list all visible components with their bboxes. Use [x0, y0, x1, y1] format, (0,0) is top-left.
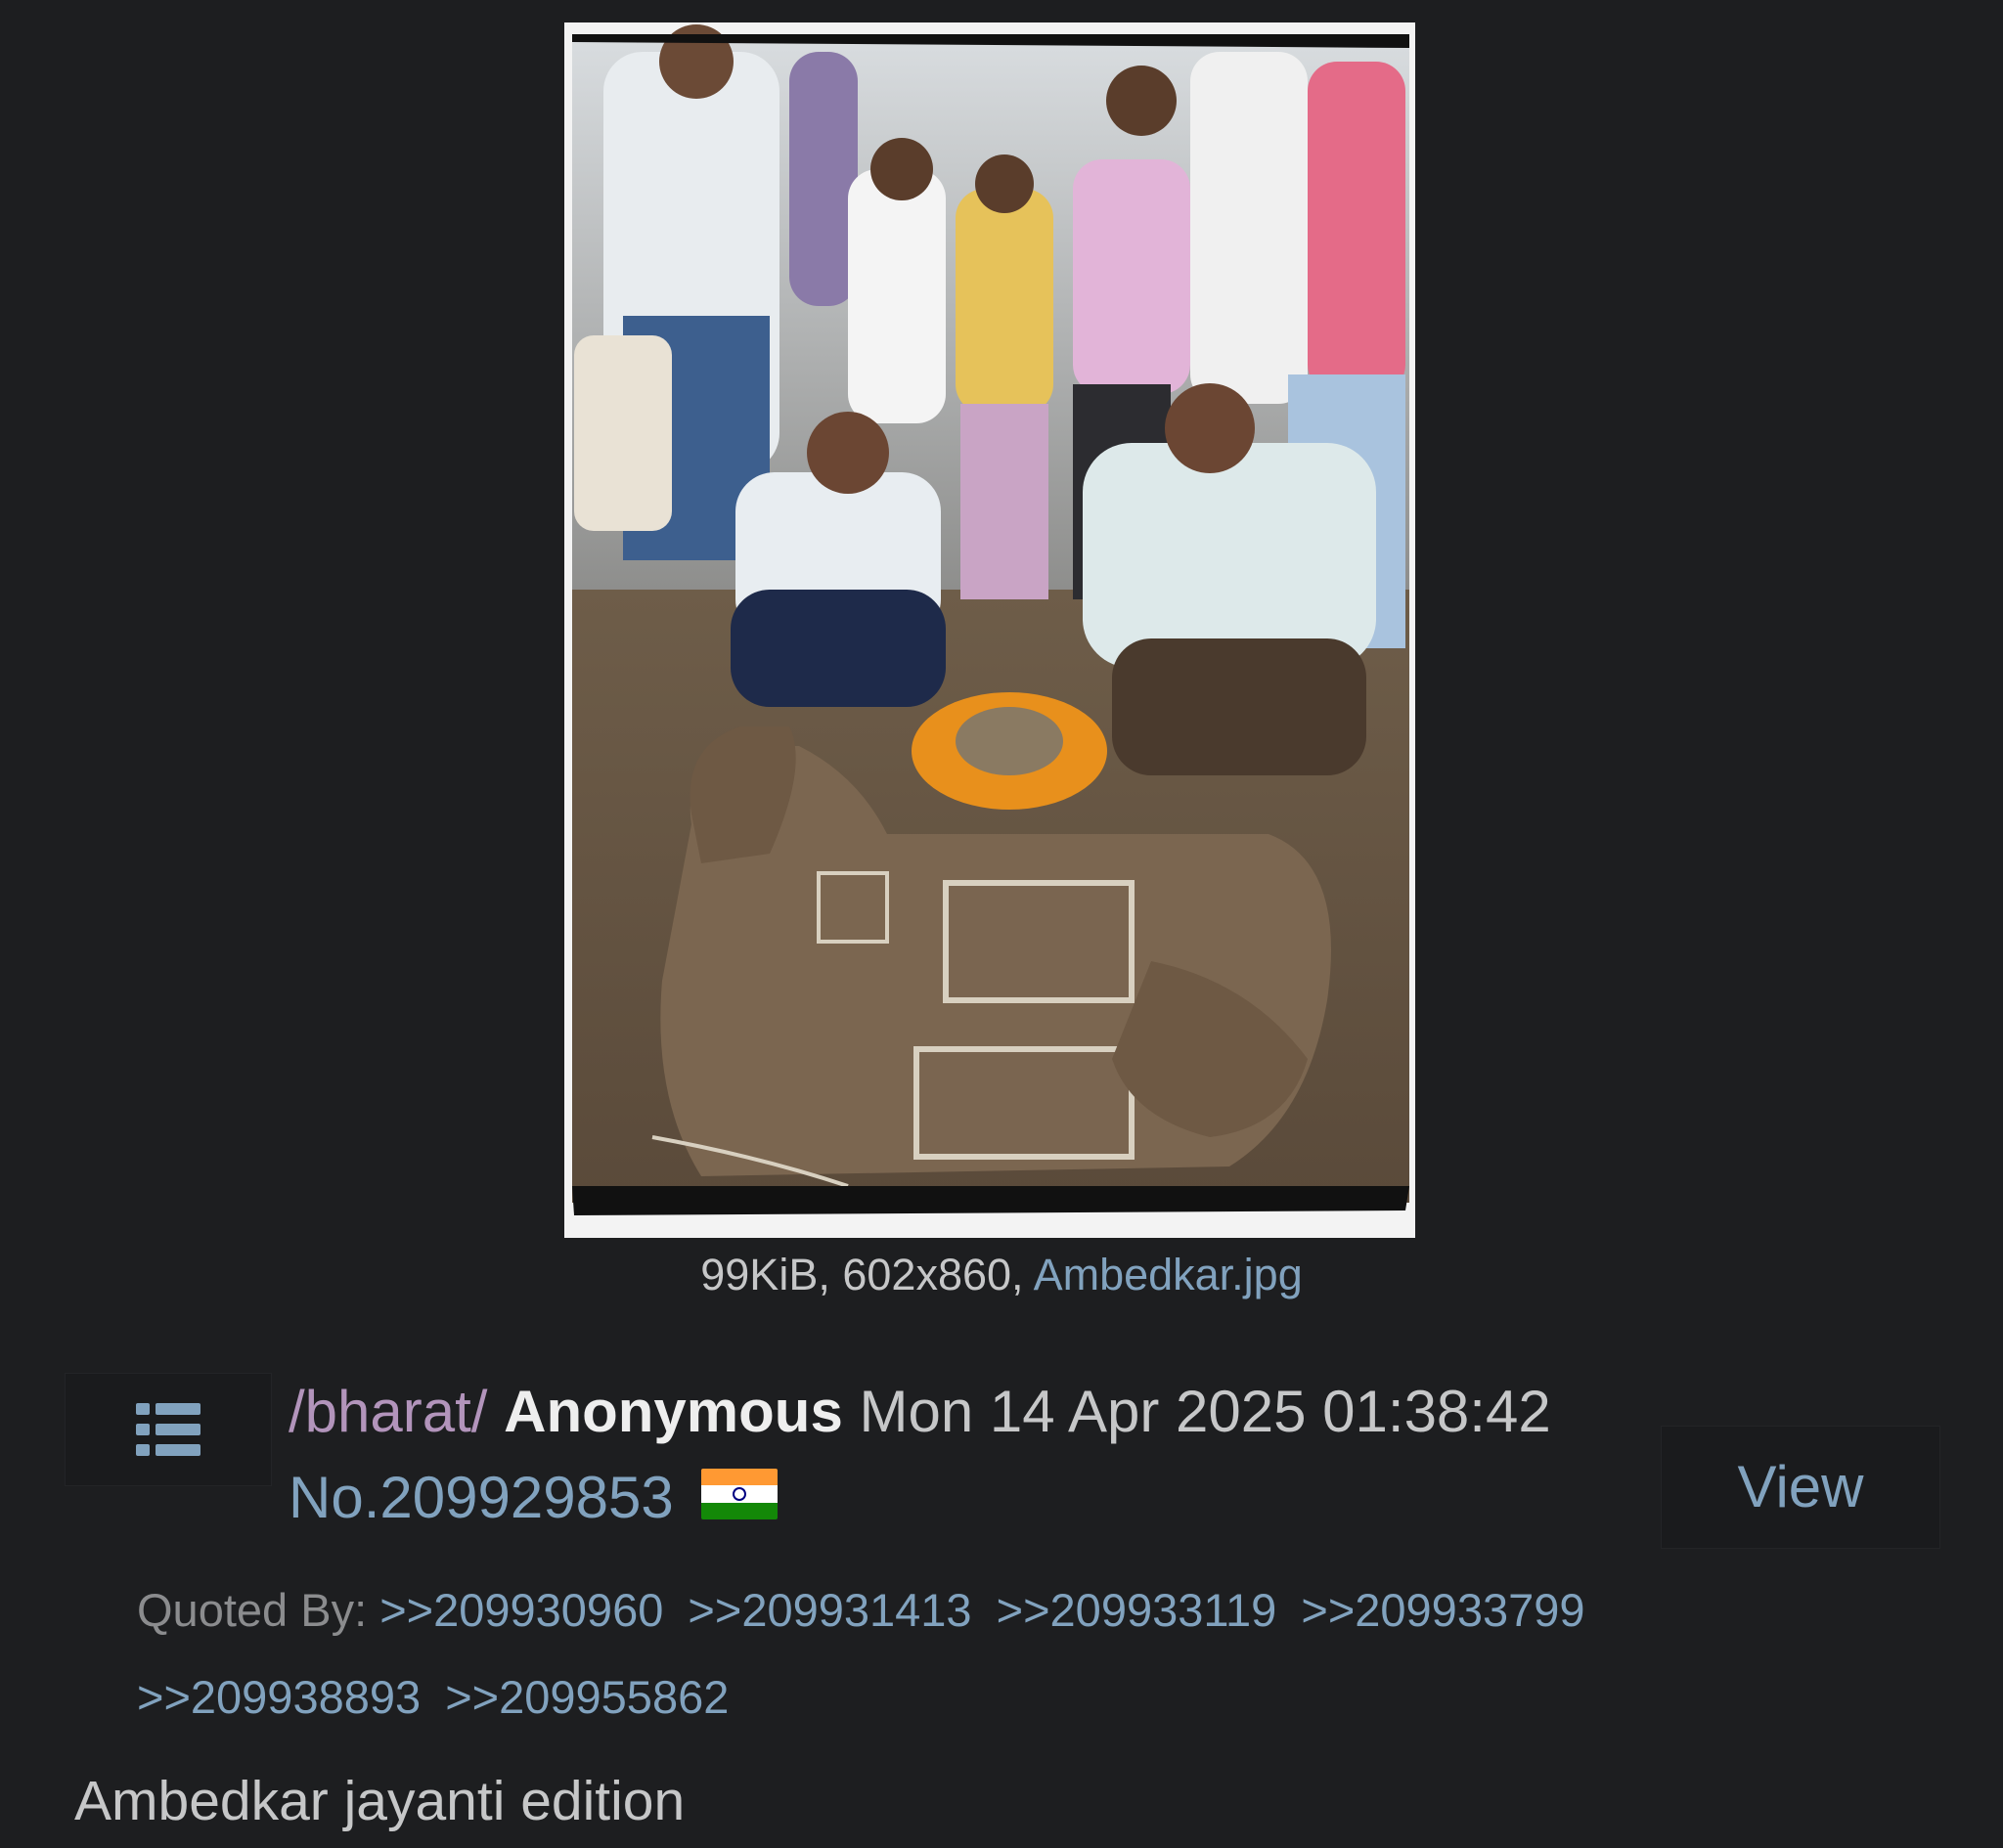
india-flag-icon: [700, 1469, 778, 1519]
list-menu-icon: [136, 1403, 200, 1456]
view-button[interactable]: View: [1661, 1426, 1940, 1549]
quote-link[interactable]: >>209931413: [688, 1584, 971, 1636]
file-size: 99KiB: [700, 1250, 819, 1299]
post-container: 99KiB, 602x860, Ambedkar.jpg /bharat/ An…: [0, 0, 2003, 1848]
quote-link[interactable]: >>209930960: [379, 1584, 663, 1636]
file-info-separator: ,: [818, 1250, 843, 1299]
poster-name: Anonymous: [504, 1379, 843, 1444]
post-number[interactable]: No.209929853: [289, 1465, 674, 1530]
quote-link[interactable]: >>209938893: [137, 1671, 421, 1723]
post-image[interactable]: [564, 22, 1415, 1238]
post-menu-button[interactable]: [65, 1373, 272, 1486]
quoted-by-label: Quoted By:: [137, 1584, 368, 1636]
file-info: 99KiB, 602x860, Ambedkar.jpg: [0, 1248, 2003, 1302]
quote-link[interactable]: >>209933799: [1301, 1584, 1584, 1636]
file-link[interactable]: Ambedkar.jpg: [1034, 1250, 1303, 1299]
post-header: /bharat/ Anonymous Mon 14 Apr 2025 01:38…: [289, 1369, 1658, 1541]
file-info-separator: ,: [1011, 1250, 1034, 1299]
quote-link[interactable]: >>209955862: [445, 1671, 729, 1723]
post-body: Ambedkar jayanti edition: [74, 1770, 686, 1832]
board-link[interactable]: /bharat/: [289, 1379, 487, 1444]
quote-link[interactable]: >>209933119: [997, 1584, 1277, 1636]
file-dimensions: 602x860: [842, 1250, 1012, 1299]
quoted-by: Quoted By: >>209930960 >>209931413 >>209…: [137, 1566, 1956, 1740]
post-date: Mon 14 Apr 2025 01:38:42: [859, 1379, 1551, 1444]
photo-thumbnail-icon: [564, 22, 1415, 1238]
